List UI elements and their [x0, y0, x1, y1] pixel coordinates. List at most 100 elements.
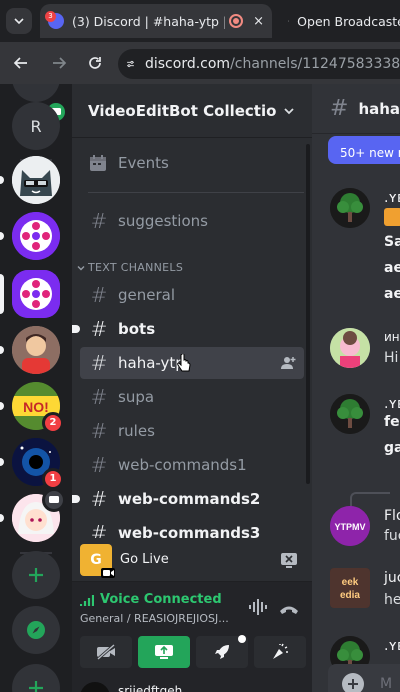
activity-dot [238, 635, 246, 643]
download-apps-button[interactable] [12, 664, 60, 692]
disconnect-icon[interactable] [278, 602, 300, 616]
browser-tab-bar: 3 (3) Discord | #haha-ytp | Vic × Open B… [0, 0, 400, 42]
unread-pill [0, 232, 4, 240]
add-member-icon[interactable] [280, 355, 296, 371]
unread-pill [0, 458, 4, 466]
hash-icon: # [90, 487, 108, 511]
media-label-2: edia [340, 590, 360, 601]
server-icon-cat[interactable] [12, 156, 60, 204]
compass-icon [27, 621, 45, 639]
message-avatar[interactable]: YTPMV [330, 506, 370, 546]
hash-icon: # [90, 419, 108, 443]
message-avatar[interactable] [330, 328, 370, 368]
message-indicator-icon [42, 488, 66, 512]
server-icon-videoeditbot-b[interactable] [12, 270, 60, 318]
channel-bots[interactable]: # bots [72, 313, 304, 345]
url-path: /channels/1124758333883 [230, 56, 400, 72]
channel-name: bots [118, 320, 156, 338]
selected-pill [0, 274, 4, 314]
tree-icon [330, 394, 370, 434]
back-button[interactable] [10, 52, 32, 74]
server-icon-videoeditbot-a[interactable] [12, 212, 60, 260]
arrow-right-icon [53, 57, 67, 69]
message-text: ae [384, 260, 400, 276]
ytpmv-label: YTPMV [334, 522, 365, 532]
unread-pill [0, 514, 4, 522]
message-author[interactable]: Flo [384, 508, 400, 524]
forward-button[interactable] [48, 52, 70, 74]
channel-general[interactable]: # general [80, 279, 304, 311]
cat-avatar-icon [12, 156, 60, 204]
address-bar[interactable]: discord.com/channels/1124758333883 [118, 49, 400, 79]
events-item[interactable]: Events [80, 147, 304, 179]
tab-search-button[interactable] [6, 8, 32, 34]
channel-suggestions[interactable]: # suggestions [80, 205, 304, 237]
unread-pill [0, 176, 4, 184]
plus-icon [29, 681, 43, 692]
url-text: discord.com/channels/1124758333883 [145, 56, 400, 72]
noise-suppression-icon[interactable] [248, 598, 270, 616]
add-server-button[interactable] [12, 551, 60, 599]
media-label-1: eek [342, 577, 359, 588]
attach-button[interactable] [342, 673, 364, 692]
voice-status[interactable]: Voice Connected [80, 592, 222, 607]
tab-title: (3) Discord | #haha-ytp | Vic [72, 13, 226, 29]
message-text: ga [384, 440, 400, 456]
message-author[interactable]: .ʏᴇ [384, 190, 400, 206]
scrollbar[interactable] [306, 144, 310, 484]
camera-button[interactable] [80, 636, 132, 668]
browser-tab-discord[interactable]: 3 (3) Discord | #haha-ytp | Vic × [40, 4, 272, 38]
unread-indicator [72, 495, 80, 503]
user-avatar[interactable] [80, 682, 110, 692]
screen-share-button[interactable] [138, 636, 190, 668]
message-text: Sa [384, 234, 400, 250]
server-icon-r[interactable]: R [12, 102, 60, 150]
go-live-label: Go Live [120, 552, 169, 567]
mouse-cursor-icon [177, 354, 191, 372]
channel-rules[interactable]: # rules [80, 415, 304, 447]
hash-icon: # [330, 96, 349, 121]
voice-channel-label[interactable]: General / REASIOJREJIOSJ... [80, 612, 229, 625]
channel-web-commands1[interactable]: # web-commands1 [80, 449, 304, 481]
message-avatar[interactable] [330, 188, 370, 228]
tab-close-icon[interactable]: × [253, 14, 264, 29]
message-composer[interactable]: M [328, 664, 400, 692]
soundboard-button[interactable] [254, 636, 306, 668]
arrow-left-icon [13, 57, 27, 69]
channel-header-title: haha-ytp [358, 99, 400, 118]
message-avatar[interactable] [330, 394, 370, 434]
hash-icon: # [90, 385, 108, 409]
category-text-channels[interactable]: TEXT CHANNELS [76, 261, 183, 274]
server-icon-photo[interactable] [12, 326, 60, 374]
hash-icon: # [90, 209, 108, 233]
reload-button[interactable] [84, 52, 106, 74]
camera-off-icon [97, 644, 115, 660]
explore-servers-button[interactable] [12, 606, 60, 654]
browser-tab-obs[interactable]: Open Broadcaster [284, 4, 400, 38]
close-popout-icon[interactable] [280, 552, 298, 568]
guild-header[interactable]: VideoEditBot Collection 1.0 [72, 84, 312, 138]
message-author[interactable]: juc [384, 570, 400, 586]
camera-icon [101, 567, 115, 578]
message-author[interactable]: ин [384, 330, 400, 344]
message-author[interactable]: .ʏᴇ [384, 396, 400, 412]
user-panel: G Go Live Voice Connected General / REAS… [72, 538, 312, 692]
server-mention-badge: 1 [42, 468, 64, 490]
hash-icon: # [90, 283, 108, 307]
new-messages-bar[interactable]: 50+ new m [328, 136, 400, 164]
site-settings-icon[interactable] [126, 56, 135, 72]
channel-web-commands2[interactable]: # web-commands2 [72, 483, 304, 515]
message-avatar[interactable]: eek edia [330, 568, 370, 608]
calendar-icon [90, 155, 106, 171]
channel-name: web-commands1 [118, 456, 247, 474]
unread-pill [0, 402, 4, 410]
tab-badge: 3 [45, 11, 56, 22]
message-author[interactable]: .ʏᴇ [384, 638, 400, 654]
channel-header: # haha-ytp [312, 84, 400, 134]
new-messages-label: 50+ new m [340, 146, 400, 160]
channel-haha-ytp[interactable]: # haha-ytp [80, 347, 304, 379]
chat-area: # haha-ytp 50+ new m .ʏᴇ Sa ae ae ин Hi … [312, 84, 400, 692]
channel-supa[interactable]: # supa [80, 381, 304, 413]
recording-icon [229, 14, 244, 28]
go-live-banner[interactable]: G Go Live [72, 538, 312, 582]
